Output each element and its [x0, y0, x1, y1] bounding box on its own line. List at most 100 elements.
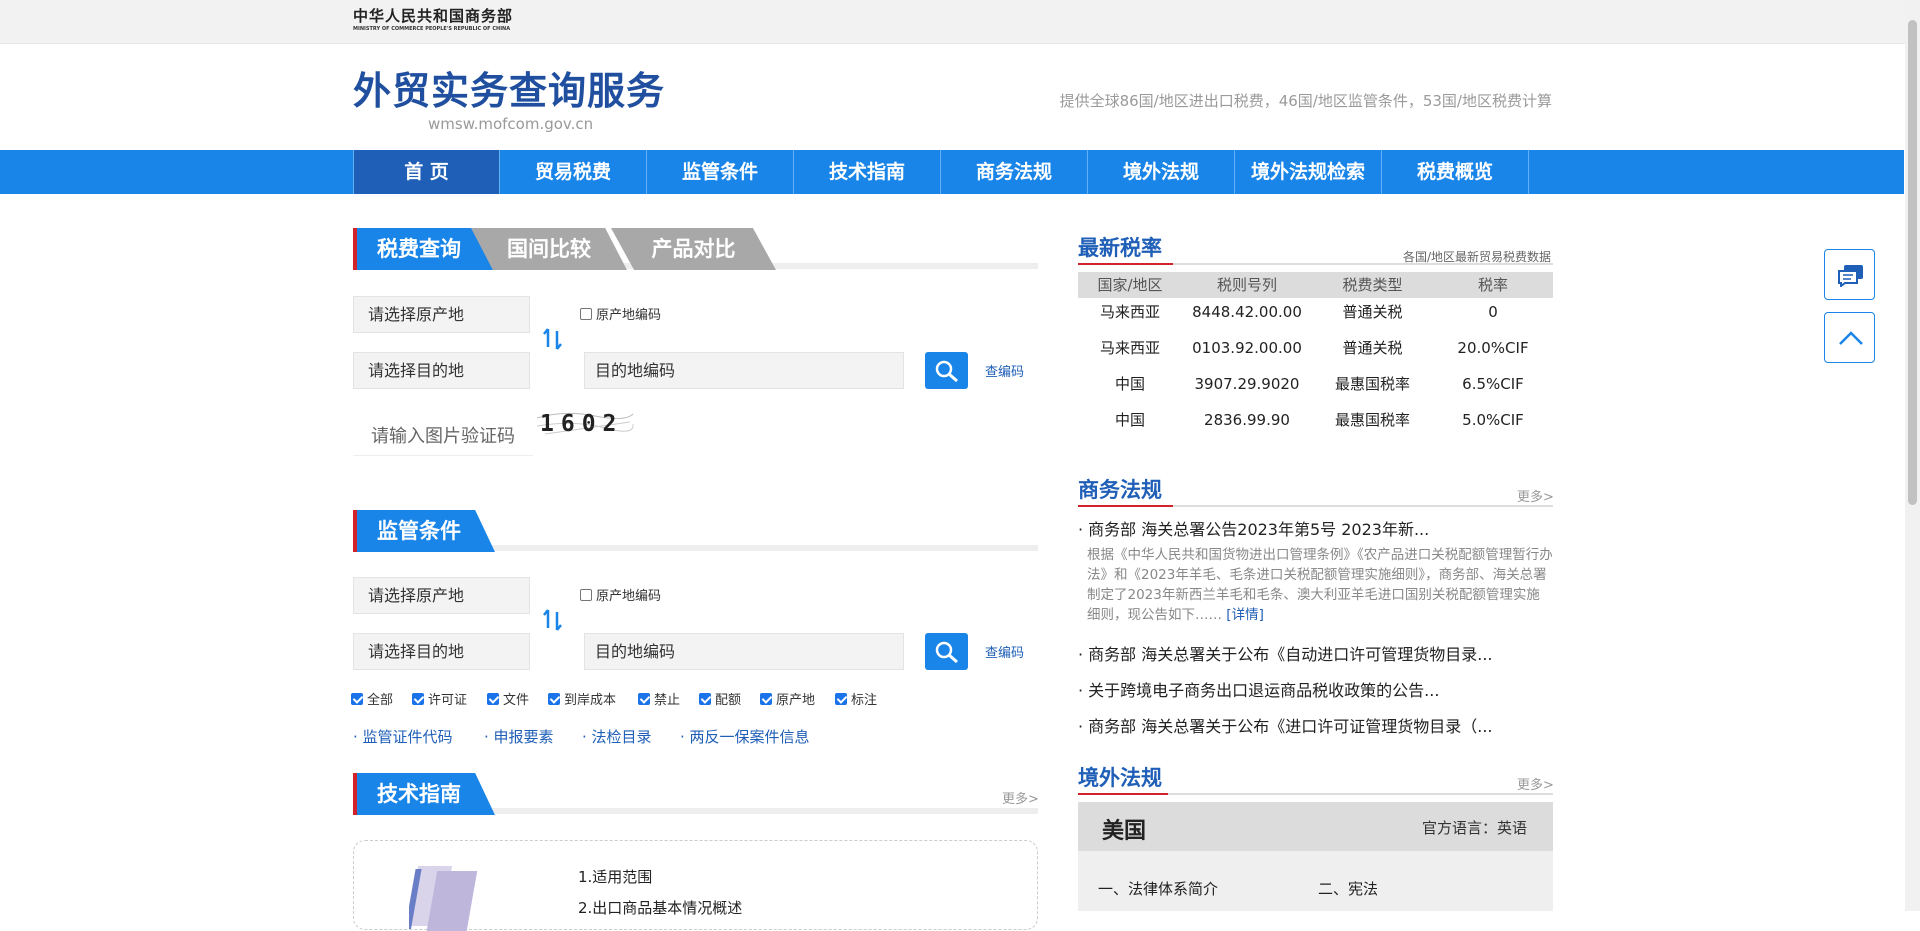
tab-country-compare[interactable]: 国间比较 [471, 228, 627, 270]
nav-tax-overview[interactable]: 税费概览 [1382, 150, 1529, 194]
tech-guide-more-link[interactable]: 更多> [1002, 788, 1039, 807]
cell-tariff-code: 0103.92.00.00 [1192, 339, 1302, 357]
cell-rate: 6.5%CIF [1462, 375, 1524, 393]
lookup-code-link[interactable]: 查编码 [985, 361, 1024, 380]
nav-foreign-law-search[interactable]: 境外法规检索 [1235, 150, 1382, 194]
site-title[interactable]: 外贸实务查询服务 [353, 66, 665, 116]
destination-select[interactable]: 请选择目的地 [353, 352, 530, 389]
check-quota[interactable]: 配额 [699, 689, 741, 708]
checkbox-icon[interactable] [487, 692, 499, 705]
checkbox-icon[interactable] [580, 588, 592, 601]
cell-tax-type: 最惠国税率 [1334, 411, 1410, 429]
latest-rates-title: 最新税率 [1078, 236, 1162, 260]
main-nav: 首 页 贸易税费 监管条件 技术指南 商务法规 境外法规 境外法规检索 税费概览 [0, 150, 1904, 194]
checkbox-icon[interactable] [351, 692, 363, 705]
table-row[interactable]: 马来西亚 8448.42.00.00 普通关税 0 [1078, 294, 1553, 328]
news-item[interactable]: · 商务部 海关总署公告2023年第5号 2023年新... [1078, 516, 1429, 540]
supervision-origin-select[interactable]: 请选择原产地 [353, 577, 530, 614]
nav-home[interactable]: 首 页 [353, 150, 500, 194]
news-item[interactable]: · 商务部 海关总署关于公布《进口许可证管理货物目录（... [1078, 713, 1493, 737]
search-icon [935, 641, 958, 663]
chevron-up-icon [1839, 331, 1863, 345]
header-description: 提供全球86国/地区进出口税费，46国/地区监管条件，53国/地区税费计算 [1059, 92, 1552, 110]
chat-icon [1838, 265, 1863, 287]
table-row[interactable]: 马来西亚 0103.92.00.00 普通关税 20.0%CIF [1078, 330, 1553, 366]
news-summary-text: 根据《中华人民共和国货物进出口管理条例》《农产品进口关税配额管理暂行办法》和《2… [1087, 547, 1553, 623]
checkbox-icon[interactable] [835, 692, 847, 705]
checkbox-icon[interactable] [760, 692, 772, 705]
regulations-more-link[interactable]: 更多> [1517, 486, 1554, 505]
check-marking[interactable]: 标注 [835, 689, 877, 708]
check-origin[interactable]: 原产地 [760, 689, 815, 708]
guide-item[interactable]: 1.适用范围 [578, 866, 652, 887]
table-row[interactable]: 中国 2836.99.90 最惠国税率 5.0%CIF [1078, 402, 1553, 438]
check-label: 全部 [367, 693, 394, 708]
news-detail-link[interactable]: [详情] [1226, 607, 1264, 623]
cell-country: 马来西亚 [1099, 339, 1160, 357]
link-declaration-elements[interactable]: · 申报要素 [484, 726, 554, 747]
nav-tech-guide[interactable]: 技术指南 [794, 150, 941, 194]
nav-foreign-laws[interactable]: 境外法规 [1088, 150, 1235, 194]
back-to-top-button[interactable] [1824, 312, 1875, 363]
checkbox-icon[interactable] [638, 692, 650, 705]
cell-tariff-code: 8448.42.00.00 [1192, 303, 1302, 321]
feedback-button[interactable] [1824, 249, 1875, 300]
checkbox-icon[interactable] [699, 692, 711, 705]
country-name[interactable]: 美国 [1102, 813, 1146, 845]
supervision-destination-code-input[interactable]: 目的地编码 [584, 633, 904, 670]
check-landed-cost[interactable]: 到岸成本 [548, 689, 616, 708]
check-label: 禁止 [654, 693, 681, 708]
nav-supervision[interactable]: 监管条件 [647, 150, 794, 194]
ministry-logo[interactable]: 中华人民共和国商务部 MINISTRY OF COMMERCE PEOPLE'S… [353, 7, 513, 33]
supervision-origin-code-label: 原产地编码 [596, 589, 662, 604]
check-all[interactable]: 全部 [351, 689, 393, 708]
captcha-text: 1602 [540, 411, 624, 437]
foreign-country-header: 美国 官方语言：英语 [1078, 802, 1553, 851]
foreign-section-link[interactable]: 二、宪法 [1318, 878, 1378, 899]
tax-search-button[interactable] [925, 352, 968, 389]
top-bar: 中华人民共和国商务部 MINISTRY OF COMMERCE PEOPLE'S… [0, 0, 1920, 44]
news-item[interactable]: · 关于跨境电子商务出口退运商品税收政策的公告... [1078, 677, 1439, 701]
news-item[interactable]: · 商务部 海关总署关于公布《自动进口许可管理货物目录... [1078, 641, 1493, 665]
destination-code-input[interactable]: 目的地编码 [584, 352, 904, 389]
swap-icon[interactable] [542, 327, 564, 351]
origin-select[interactable]: 请选择原产地 [353, 296, 530, 333]
checkbox-icon[interactable] [548, 692, 560, 705]
scrollbar-thumb[interactable] [1908, 20, 1917, 505]
check-license[interactable]: 许可证 [412, 689, 467, 708]
cell-rate: 0 [1488, 303, 1498, 321]
book-icon [409, 866, 478, 931]
tech-guide-title: 技术指南 [353, 773, 495, 815]
cell-country: 马来西亚 [1099, 303, 1160, 321]
check-document[interactable]: 文件 [487, 689, 529, 708]
link-inspection-catalog[interactable]: · 法检目录 [582, 726, 652, 747]
captcha-input[interactable]: 请输入图片验证码 [353, 418, 533, 456]
foreign-section-link[interactable]: 一、法律体系简介 [1098, 878, 1218, 899]
table-row[interactable]: 中国 3907.29.9020 最惠国税率 6.5%CIF [1078, 366, 1553, 402]
supervision-destination-select[interactable]: 请选择目的地 [353, 633, 530, 670]
cell-tariff-code: 2836.99.90 [1204, 411, 1290, 429]
cell-rate: 20.0%CIF [1457, 339, 1529, 357]
link-trade-remedy-cases[interactable]: · 两反一保案件信息 [680, 726, 810, 747]
nav-trade-tax[interactable]: 贸易税费 [500, 150, 647, 194]
supervision-lookup-code-link[interactable]: 查编码 [985, 642, 1024, 661]
site-url: wmsw.mofcom.gov.cn [428, 115, 594, 133]
cell-rate: 5.0%CIF [1462, 411, 1524, 429]
swap-icon[interactable] [542, 608, 564, 632]
supervision-title: 监管条件 [353, 510, 495, 552]
foreign-laws-more-link[interactable]: 更多> [1517, 774, 1554, 793]
origin-code-checkbox[interactable]: 原产地编码 [580, 304, 661, 323]
supervision-origin-code-checkbox[interactable]: 原产地编码 [580, 585, 661, 604]
guide-item[interactable]: 2.出口商品基本情况概述 [578, 897, 742, 918]
supervision-search-button[interactable] [925, 633, 968, 670]
tech-guide-card[interactable]: 1.适用范围 2.出口商品基本情况概述 [353, 840, 1038, 931]
tab-product-compare[interactable]: 产品对比 [611, 228, 776, 270]
foreign-country-card: 美国 官方语言：英语 一、法律体系简介 二、宪法 [1078, 802, 1553, 911]
check-prohibited[interactable]: 禁止 [638, 689, 680, 708]
link-supervision-cert-code[interactable]: · 监管证件代码 [353, 726, 453, 747]
scrollbar[interactable] [1905, 0, 1920, 911]
captcha-image[interactable]: 1602 [535, 408, 635, 438]
checkbox-icon[interactable] [580, 307, 592, 320]
checkbox-icon[interactable] [412, 692, 424, 705]
nav-regulations[interactable]: 商务法规 [941, 150, 1088, 194]
